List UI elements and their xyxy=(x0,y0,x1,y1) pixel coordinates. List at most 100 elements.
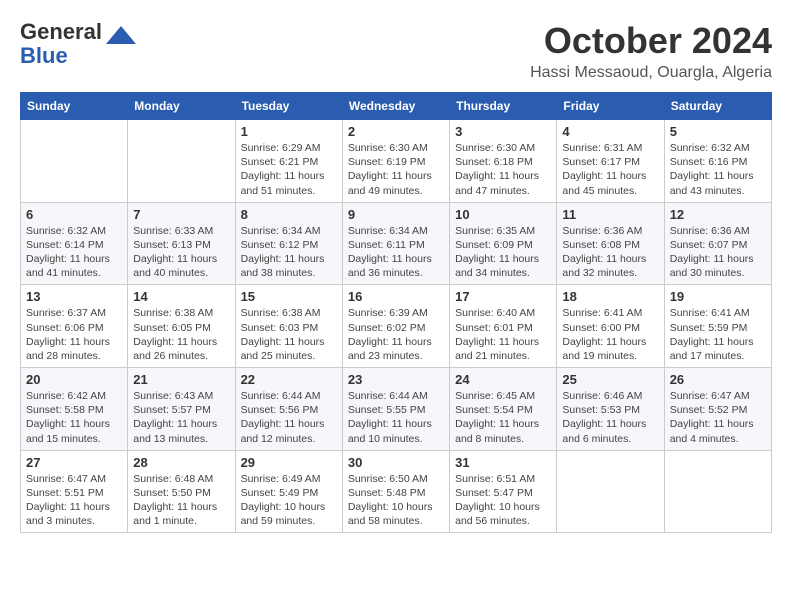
weekday-header-row: SundayMondayTuesdayWednesdayThursdayFrid… xyxy=(21,93,772,120)
day-info: Sunrise: 6:33 AM Sunset: 6:13 PM Dayligh… xyxy=(133,224,229,281)
weekday-header: Monday xyxy=(128,93,235,120)
calendar-cell: 6 Sunrise: 6:32 AM Sunset: 6:14 PM Daylig… xyxy=(21,202,128,285)
location: Hassi Messaoud, Ouargla, Algeria xyxy=(530,64,772,82)
calendar-cell: 13 Sunrise: 6:37 AM Sunset: 6:06 PM Dayli… xyxy=(21,285,128,368)
day-number: 12 xyxy=(670,207,766,222)
day-number: 3 xyxy=(455,124,551,139)
day-info: Sunrise: 6:45 AM Sunset: 5:54 PM Dayligh… xyxy=(455,389,551,446)
logo: General Blue xyxy=(20,20,136,68)
day-info: Sunrise: 6:36 AM Sunset: 6:08 PM Dayligh… xyxy=(562,224,658,281)
day-info: Sunrise: 6:51 AM Sunset: 5:47 PM Dayligh… xyxy=(455,472,551,529)
day-number: 23 xyxy=(348,372,444,387)
logo-icon xyxy=(106,26,136,44)
calendar-week-row: 27 Sunrise: 6:47 AM Sunset: 5:51 PM Dayli… xyxy=(21,450,772,533)
day-number: 21 xyxy=(133,372,229,387)
day-info: Sunrise: 6:41 AM Sunset: 6:00 PM Dayligh… xyxy=(562,306,658,363)
day-number: 6 xyxy=(26,207,122,222)
calendar-cell: 22 Sunrise: 6:44 AM Sunset: 5:56 PM Dayli… xyxy=(235,368,342,451)
calendar-cell: 25 Sunrise: 6:46 AM Sunset: 5:53 PM Dayli… xyxy=(557,368,664,451)
calendar-cell: 20Sunrise: 6:42 AM Sunset: 5:58 PM Dayli… xyxy=(21,368,128,451)
day-info: Sunrise: 6:47 AM Sunset: 5:52 PM Dayligh… xyxy=(670,389,766,446)
day-number: 19 xyxy=(670,289,766,304)
day-info: Sunrise: 6:30 AM Sunset: 6:18 PM Dayligh… xyxy=(455,141,551,198)
day-number: 31 xyxy=(455,455,551,470)
day-info: Sunrise: 6:34 AM Sunset: 6:11 PM Dayligh… xyxy=(348,224,444,281)
calendar-cell: 15 Sunrise: 6:38 AM Sunset: 6:03 PM Dayli… xyxy=(235,285,342,368)
day-info: Sunrise: 6:38 AM Sunset: 6:05 PM Dayligh… xyxy=(133,306,229,363)
day-info: Sunrise: 6:36 AM Sunset: 6:07 PM Dayligh… xyxy=(670,224,766,281)
day-info: Sunrise: 6:50 AM Sunset: 5:48 PM Dayligh… xyxy=(348,472,444,529)
month-title: October 2024 xyxy=(530,20,772,62)
day-number: 24 xyxy=(455,372,551,387)
calendar-cell: 11 Sunrise: 6:36 AM Sunset: 6:08 PM Dayli… xyxy=(557,202,664,285)
calendar-cell: 17 Sunrise: 6:40 AM Sunset: 6:01 PM Dayli… xyxy=(450,285,557,368)
day-number: 14 xyxy=(133,289,229,304)
day-info: Sunrise: 6:29 AM Sunset: 6:21 PM Dayligh… xyxy=(241,141,337,198)
calendar-cell: 3 Sunrise: 6:30 AM Sunset: 6:18 PM Daylig… xyxy=(450,120,557,203)
calendar-week-row: 6 Sunrise: 6:32 AM Sunset: 6:14 PM Daylig… xyxy=(21,202,772,285)
day-info: Sunrise: 6:44 AM Sunset: 5:55 PM Dayligh… xyxy=(348,389,444,446)
calendar-cell: 24 Sunrise: 6:45 AM Sunset: 5:54 PM Dayli… xyxy=(450,368,557,451)
day-number: 18 xyxy=(562,289,658,304)
day-info: Sunrise: 6:37 AM Sunset: 6:06 PM Dayligh… xyxy=(26,306,122,363)
calendar-cell: 26Sunrise: 6:47 AM Sunset: 5:52 PM Dayli… xyxy=(664,368,771,451)
day-info: Sunrise: 6:49 AM Sunset: 5:49 PM Dayligh… xyxy=(241,472,337,529)
day-info: Sunrise: 6:39 AM Sunset: 6:02 PM Dayligh… xyxy=(348,306,444,363)
calendar-cell: 8Sunrise: 6:34 AM Sunset: 6:12 PM Daylig… xyxy=(235,202,342,285)
day-number: 2 xyxy=(348,124,444,139)
day-number: 16 xyxy=(348,289,444,304)
day-info: Sunrise: 6:34 AM Sunset: 6:12 PM Dayligh… xyxy=(241,224,337,281)
day-info: Sunrise: 6:32 AM Sunset: 6:16 PM Dayligh… xyxy=(670,141,766,198)
day-number: 28 xyxy=(133,455,229,470)
calendar-cell: 16 Sunrise: 6:39 AM Sunset: 6:02 PM Dayli… xyxy=(342,285,449,368)
weekday-header: Thursday xyxy=(450,93,557,120)
day-number: 15 xyxy=(241,289,337,304)
day-number: 30 xyxy=(348,455,444,470)
logo-text: General Blue xyxy=(20,20,102,68)
day-info: Sunrise: 6:46 AM Sunset: 5:53 PM Dayligh… xyxy=(562,389,658,446)
day-number: 11 xyxy=(562,207,658,222)
day-number: 22 xyxy=(241,372,337,387)
calendar-cell: 18 Sunrise: 6:41 AM Sunset: 6:00 PM Dayli… xyxy=(557,285,664,368)
calendar-cell: 28 Sunrise: 6:48 AM Sunset: 5:50 PM Dayli… xyxy=(128,450,235,533)
day-info: Sunrise: 6:43 AM Sunset: 5:57 PM Dayligh… xyxy=(133,389,229,446)
day-info: Sunrise: 6:47 AM Sunset: 5:51 PM Dayligh… xyxy=(26,472,122,529)
title-block: October 2024 Hassi Messaoud, Ouargla, Al… xyxy=(530,20,772,82)
weekday-header: Tuesday xyxy=(235,93,342,120)
calendar-cell: 2Sunrise: 6:30 AM Sunset: 6:19 PM Daylig… xyxy=(342,120,449,203)
weekday-header: Wednesday xyxy=(342,93,449,120)
calendar-cell: 1 Sunrise: 6:29 AM Sunset: 6:21 PM Daylig… xyxy=(235,120,342,203)
day-number: 10 xyxy=(455,207,551,222)
day-number: 5 xyxy=(670,124,766,139)
day-info: Sunrise: 6:35 AM Sunset: 6:09 PM Dayligh… xyxy=(455,224,551,281)
day-info: Sunrise: 6:44 AM Sunset: 5:56 PM Dayligh… xyxy=(241,389,337,446)
day-number: 25 xyxy=(562,372,658,387)
calendar-cell: 31 Sunrise: 6:51 AM Sunset: 5:47 PM Dayli… xyxy=(450,450,557,533)
day-number: 13 xyxy=(26,289,122,304)
calendar-cell: 19 Sunrise: 6:41 AM Sunset: 5:59 PM Dayli… xyxy=(664,285,771,368)
calendar-cell: 12 Sunrise: 6:36 AM Sunset: 6:07 PM Dayli… xyxy=(664,202,771,285)
day-info: Sunrise: 6:40 AM Sunset: 6:01 PM Dayligh… xyxy=(455,306,551,363)
calendar-cell xyxy=(664,450,771,533)
weekday-header: Sunday xyxy=(21,93,128,120)
day-info: Sunrise: 6:48 AM Sunset: 5:50 PM Dayligh… xyxy=(133,472,229,529)
day-info: Sunrise: 6:38 AM Sunset: 6:03 PM Dayligh… xyxy=(241,306,337,363)
page-header: General Blue October 2024 Hassi Messaoud… xyxy=(20,20,772,82)
weekday-header: Saturday xyxy=(664,93,771,120)
calendar-week-row: 13 Sunrise: 6:37 AM Sunset: 6:06 PM Dayli… xyxy=(21,285,772,368)
calendar-cell: 29 Sunrise: 6:49 AM Sunset: 5:49 PM Dayli… xyxy=(235,450,342,533)
day-info: Sunrise: 6:32 AM Sunset: 6:14 PM Dayligh… xyxy=(26,224,122,281)
day-number: 27 xyxy=(26,455,122,470)
day-number: 1 xyxy=(241,124,337,139)
day-number: 7 xyxy=(133,207,229,222)
calendar-cell: 10 Sunrise: 6:35 AM Sunset: 6:09 PM Dayli… xyxy=(450,202,557,285)
day-number: 20 xyxy=(26,372,122,387)
day-number: 29 xyxy=(241,455,337,470)
calendar-cell: 9Sunrise: 6:34 AM Sunset: 6:11 PM Daylig… xyxy=(342,202,449,285)
day-info: Sunrise: 6:41 AM Sunset: 5:59 PM Dayligh… xyxy=(670,306,766,363)
day-number: 17 xyxy=(455,289,551,304)
calendar-cell: 7 Sunrise: 6:33 AM Sunset: 6:13 PM Daylig… xyxy=(128,202,235,285)
calendar-cell: 21 Sunrise: 6:43 AM Sunset: 5:57 PM Dayli… xyxy=(128,368,235,451)
calendar-week-row: 20Sunrise: 6:42 AM Sunset: 5:58 PM Dayli… xyxy=(21,368,772,451)
calendar-cell xyxy=(557,450,664,533)
